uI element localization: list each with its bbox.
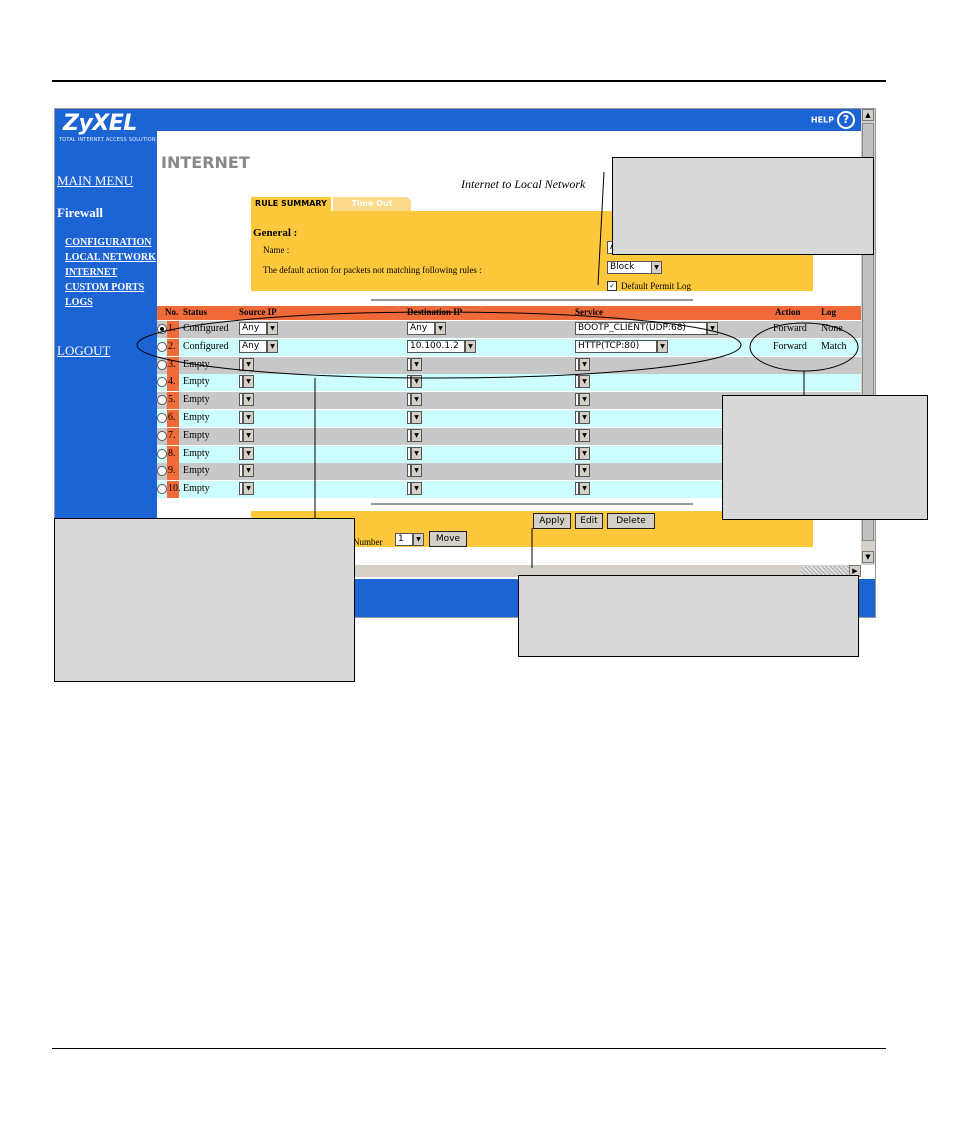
action-log-ellipse <box>749 322 859 372</box>
rules-highlight-ellipse <box>136 311 742 379</box>
leader-line <box>597 171 605 286</box>
annotation-overlay <box>136 171 859 568</box>
